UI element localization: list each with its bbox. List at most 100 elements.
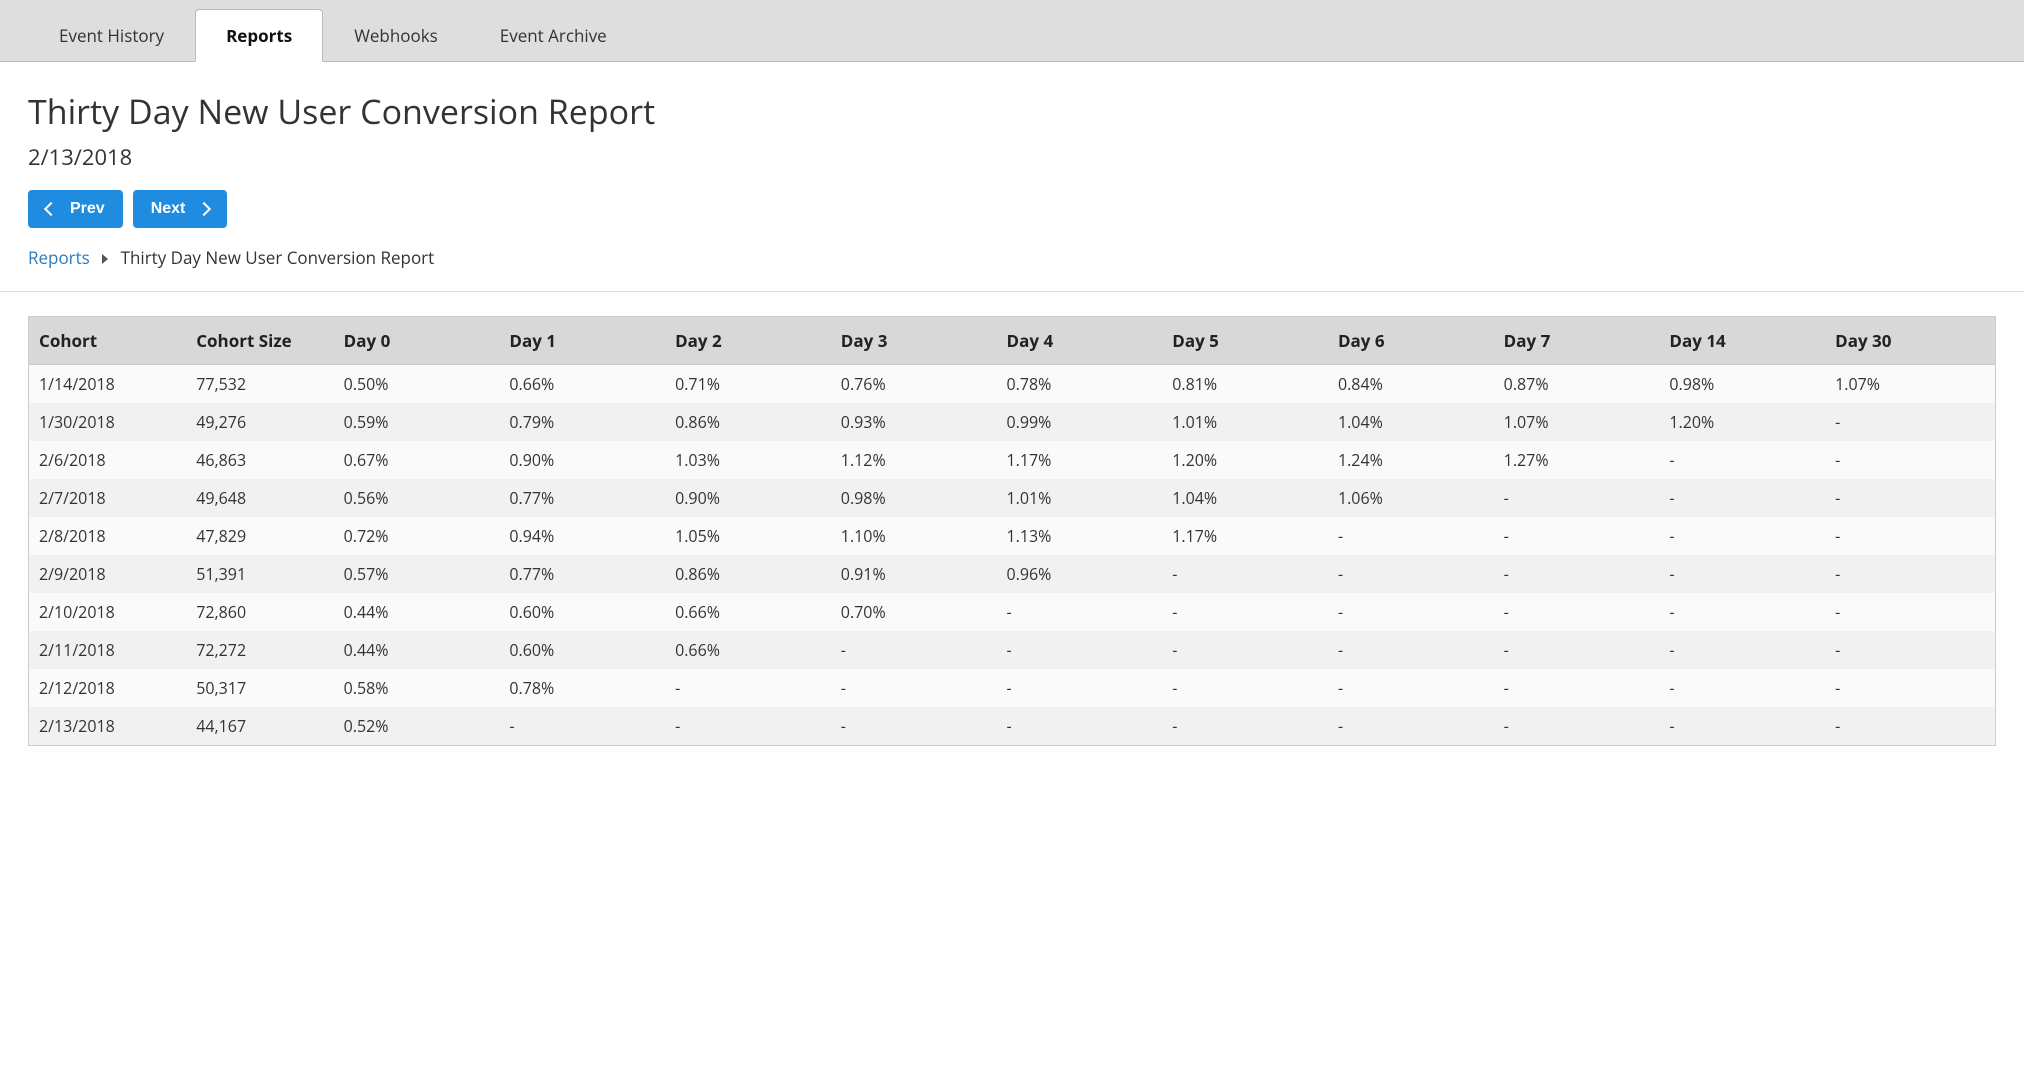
table-cell: - [1001,707,1167,745]
page-title: Thirty Day New User Conversion Report [28,88,1996,134]
table-cell: 0.93% [835,403,1001,441]
table-cell: 0.94% [503,517,669,555]
table-cell: - [1829,593,1995,631]
table-cell: 1.07% [1498,403,1664,441]
breadcrumb-root-link[interactable]: Reports [28,246,90,269]
table-cell: - [1001,669,1167,707]
table-cell: 0.52% [338,707,504,745]
table-cell: - [1829,555,1995,593]
table-cell: - [1663,593,1829,631]
table-cell: 0.77% [503,479,669,517]
tab-event-history[interactable]: Event History [28,9,195,62]
next-button[interactable]: Next [133,190,228,228]
table-cell: - [1498,479,1664,517]
table-cell: - [1829,707,1995,745]
table-cell: 0.67% [338,441,504,479]
table-cell: 1/30/2018 [29,403,190,441]
chevron-right-icon [102,254,108,264]
table-cell: - [1332,669,1498,707]
table-cell: 0.96% [1001,555,1167,593]
table-header-cell: Day 3 [835,317,1001,365]
table-cell: - [669,707,835,745]
table-cell: 0.66% [669,631,835,669]
table-cell: 0.59% [338,403,504,441]
table-cell: 1.12% [835,441,1001,479]
table-header-row: CohortCohort SizeDay 0Day 1Day 2Day 3Day… [29,317,1995,365]
table-cell: 0.81% [1166,365,1332,404]
table-cell: 1.20% [1663,403,1829,441]
table-cell: 47,829 [190,517,337,555]
table-cell: - [1001,631,1167,669]
table-cell: 0.84% [1332,365,1498,404]
table-header-cell: Day 1 [503,317,669,365]
table-cell: 1.27% [1498,441,1664,479]
table-header-cell: Day 14 [1663,317,1829,365]
table-cell: - [1663,517,1829,555]
table-cell: - [1829,669,1995,707]
breadcrumb-current: Thirty Day New User Conversion Report [121,246,435,269]
table-row: 2/8/201847,8290.72%0.94%1.05%1.10%1.13%1… [29,517,1995,555]
table-cell: 2/11/2018 [29,631,190,669]
table-cell: 1.07% [1829,365,1995,404]
table-cell: - [1001,593,1167,631]
table-row: 2/6/201846,8630.67%0.90%1.03%1.12%1.17%1… [29,441,1995,479]
prev-button[interactable]: Prev [28,190,123,228]
table-cell: - [1829,517,1995,555]
tab-reports[interactable]: Reports [195,9,323,62]
table-cell: 1.03% [669,441,835,479]
table-cell: 1.06% [1332,479,1498,517]
table-cell: 0.66% [503,365,669,404]
table-cell: - [1498,669,1664,707]
table-cell: 0.78% [1001,365,1167,404]
table-cell: - [835,669,1001,707]
table-cell: - [1498,631,1664,669]
table-cell: - [1166,555,1332,593]
table-cell: 2/7/2018 [29,479,190,517]
table-cell: - [1332,555,1498,593]
table-header-cell: Day 0 [338,317,504,365]
table-cell: - [1829,631,1995,669]
arrow-left-icon [44,202,58,216]
table-cell: - [1332,593,1498,631]
table-cell: - [1663,555,1829,593]
table-cell: 1.13% [1001,517,1167,555]
table-cell: 0.87% [1498,365,1664,404]
table-row: 2/12/201850,3170.58%0.78%-------- [29,669,1995,707]
table-cell: 0.91% [835,555,1001,593]
table-cell: - [1829,479,1995,517]
table-cell: - [1166,631,1332,669]
table-cell: - [1663,707,1829,745]
table-cell: 1/14/2018 [29,365,190,404]
table-cell: - [1498,555,1664,593]
table-row: 2/13/201844,1670.52%--------- [29,707,1995,745]
breadcrumb: Reports Thirty Day New User Conversion R… [28,246,1996,291]
table-cell: 0.72% [338,517,504,555]
table-cell: 0.99% [1001,403,1167,441]
tab-event-archive[interactable]: Event Archive [469,9,638,62]
table-cell: 77,532 [190,365,337,404]
table-cell: 1.17% [1166,517,1332,555]
table-cell: 1.17% [1001,441,1167,479]
table-cell: 2/13/2018 [29,707,190,745]
table-header-cell: Day 4 [1001,317,1167,365]
table-cell: - [1663,669,1829,707]
table-cell: - [669,669,835,707]
tab-webhooks[interactable]: Webhooks [323,9,469,62]
table-cell: - [1498,707,1664,745]
table-cell: 0.98% [1663,365,1829,404]
table-cell: 0.76% [835,365,1001,404]
table-row: 2/10/201872,8600.44%0.60%0.66%0.70%-----… [29,593,1995,631]
table-cell: 1.01% [1001,479,1167,517]
table-cell: 1.24% [1332,441,1498,479]
table-cell: 44,167 [190,707,337,745]
table-row: 2/11/201872,2720.44%0.60%0.66%------- [29,631,1995,669]
table-cell: 72,272 [190,631,337,669]
report-date: 2/13/2018 [28,142,1996,172]
table-cell: 2/12/2018 [29,669,190,707]
table-cell: - [1663,631,1829,669]
tab-bar: Event History Reports Webhooks Event Arc… [0,0,2024,62]
table-cell: 49,648 [190,479,337,517]
table-cell: 0.78% [503,669,669,707]
table-cell: 1.05% [669,517,835,555]
table-cell: 0.44% [338,631,504,669]
